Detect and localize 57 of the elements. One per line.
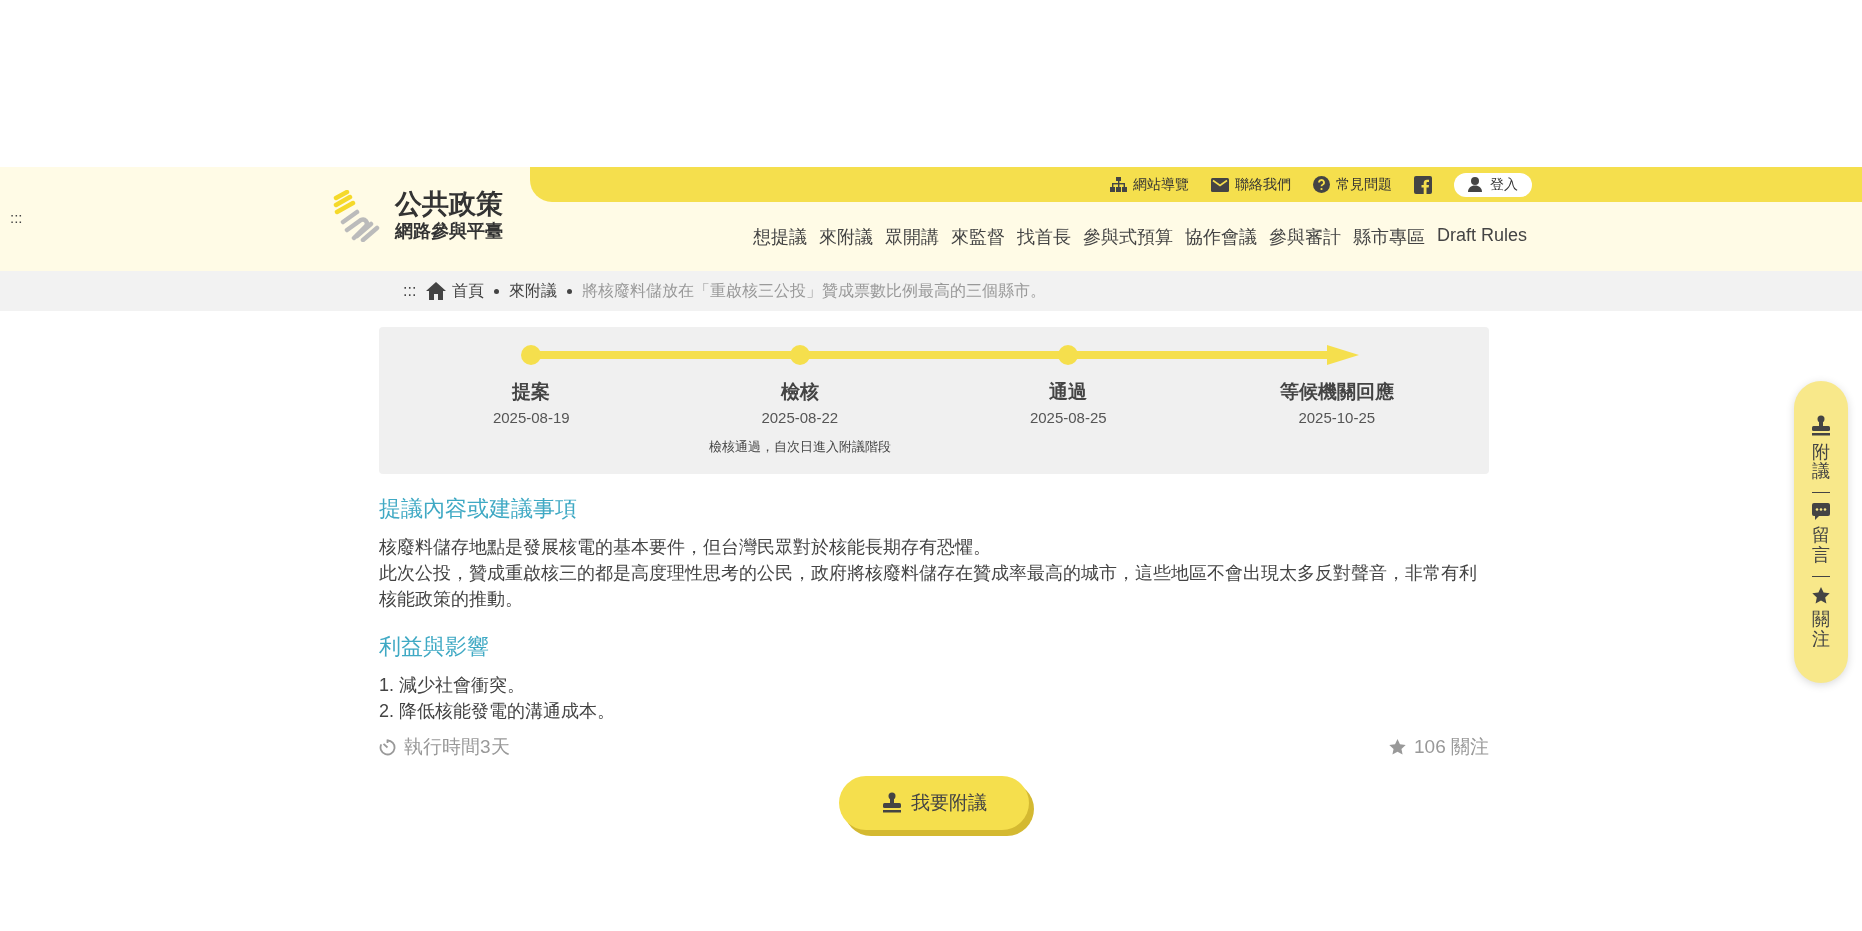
envelope-icon (1211, 177, 1229, 192)
breadcrumb-link[interactable]: 首頁 (426, 280, 485, 302)
paragraph: 此次公投，贊成重啟核三的都是高度理性思考的公民，政府將核廢料儲存在贊成率最高的城市，這些地區不會出現太多反對聲音，非常有利核能政策的推動。 (379, 562, 1478, 611)
timer-icon (379, 738, 396, 756)
side-menu-link[interactable]: 關注 (1812, 586, 1830, 650)
step-label: 檢核 (780, 380, 819, 404)
follower-count: 106 關注 (1414, 735, 1489, 759)
star-icon (1389, 739, 1406, 755)
nav-link[interactable]: 參與審計 (1268, 225, 1341, 249)
nav-link[interactable]: 找首長 (1016, 225, 1071, 249)
step-label: 通過 (1049, 380, 1088, 404)
separator-dot (567, 288, 573, 294)
logo-title: 公共政策 (395, 189, 503, 219)
step-label: 提案 (512, 380, 551, 404)
step-date: 2025-08-19 (492, 409, 570, 426)
nav-link[interactable]: Draft Rules (1436, 225, 1527, 249)
breadcrumb-current: 將核廢料儲放在「重啟核三公投」贊成票數比例最高的三個縣市。 (582, 280, 1047, 301)
facebook-icon (1414, 175, 1432, 194)
paragraph: 2. 降低核能發電的溝通成本。 (379, 700, 616, 723)
nav-link[interactable]: 來監督 (950, 225, 1005, 249)
section-heading: 利益與影響 (379, 633, 490, 661)
nav-link[interactable]: 想提議 (752, 225, 807, 249)
milestone-dot (521, 345, 542, 365)
star-icon (1812, 586, 1830, 604)
user-icon (1468, 177, 1482, 192)
nav-link[interactable]: 參與式預算 (1082, 225, 1173, 249)
utility-link[interactable]: 聯絡我們 (1211, 175, 1291, 194)
section-heading: 提議內容或建議事項 (379, 495, 578, 523)
sitemap-icon (1110, 177, 1127, 192)
speech-bubble-icon (1812, 503, 1830, 521)
step-date: 2025-10-25 (1298, 409, 1376, 426)
paragraph: 1. 減少社會衝突。 (379, 674, 526, 697)
nav-link[interactable]: 眾開講 (884, 225, 939, 249)
nav-link[interactable]: 縣市專區 (1352, 225, 1425, 249)
home-icon (426, 282, 447, 300)
side-menu-link[interactable]: 附議 (1810, 414, 1832, 483)
nav-link[interactable]: 來附議 (818, 225, 873, 249)
duration-text: 執行時間3天 (404, 735, 510, 759)
paragraph: 核廢料儲存地點是發展核電的基本要件，但台灣民眾對於核能長期存有恐懼。 (379, 536, 992, 559)
step-date: 2025-08-22 (761, 409, 839, 426)
step-date: 2025-08-25 (1029, 409, 1107, 426)
utility-link[interactable]: 網站導覽 (1110, 175, 1189, 194)
stamp-icon (881, 792, 903, 814)
nav-link[interactable]: 協作會議 (1184, 225, 1257, 249)
separator-dot (494, 288, 500, 294)
side-menu-link[interactable]: 留言 (1812, 503, 1830, 566)
social-link[interactable] (1414, 175, 1432, 194)
stamp-icon (1810, 414, 1832, 437)
login-button[interactable]: 登入 (1454, 172, 1532, 197)
help-icon (1313, 176, 1330, 193)
utility-link[interactable]: 常見問題 (1313, 175, 1392, 194)
breadcrumb-link[interactable]: 來附議 (509, 280, 558, 302)
skip-link[interactable]: ::: (403, 282, 417, 300)
skip-link[interactable]: ::: (10, 209, 23, 226)
step-note: 檢核通過，自次日進入附議階段 (708, 438, 891, 456)
step-label: 等候機關回應 (1279, 380, 1394, 404)
logo-subtitle: 網路參與平臺 (395, 220, 503, 243)
